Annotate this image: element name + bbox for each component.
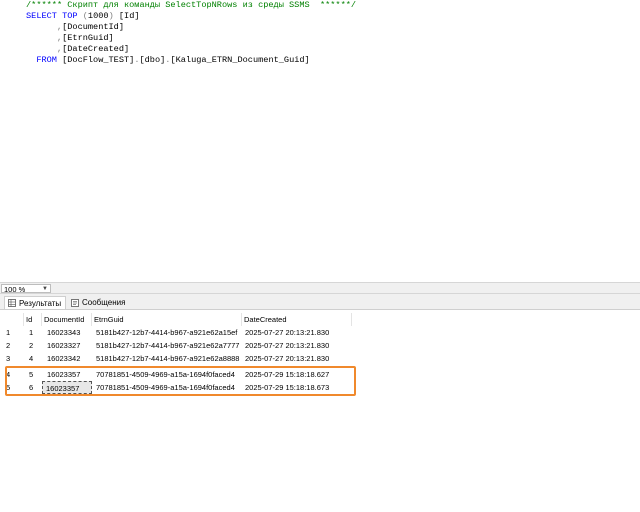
code-token: ,: [26, 22, 63, 32]
code-line[interactable]: ,[DateCreated]: [26, 44, 356, 55]
cell-documentid[interactable]: 16023342: [47, 352, 92, 365]
column-header-id[interactable]: Id: [24, 313, 42, 326]
code-token: [DocumentId]: [62, 22, 124, 32]
cell-etrnguid[interactable]: 5181b427-12b7-4414-b967-a921e62a7777: [96, 339, 242, 352]
editor-gutter: [0, 0, 12, 282]
code-token: [DateCreated]: [62, 44, 130, 54]
cell-id[interactable]: 2: [29, 339, 41, 352]
cell-datecreated[interactable]: 2025-07-27 20:13:21.830: [245, 352, 355, 365]
tab-messages[interactable]: Сообщения: [68, 296, 129, 309]
results-tabs: Результаты Сообщения: [0, 294, 640, 310]
code-token: [dbo]: [139, 55, 166, 65]
code-token: ,: [26, 44, 63, 54]
code-token: FROM: [26, 55, 63, 65]
column-header-documentid[interactable]: DocumentId: [42, 313, 92, 326]
code-token: SELECT: [26, 11, 63, 21]
code-token: [Kaluga_ETRN_Document_Guid]: [170, 55, 310, 65]
messages-icon: [71, 298, 79, 307]
cell-documentid[interactable]: 16023327: [47, 339, 92, 352]
table-row[interactable]: 1 1 16023343 5181b427-12b7-4414-b967-a92…: [0, 326, 640, 339]
cell-documentid[interactable]: 16023343: [47, 326, 92, 339]
tab-results-label: Результаты: [19, 298, 62, 308]
code-token: [DocFlow_TEST]: [62, 55, 135, 65]
row-number: 3: [6, 352, 20, 365]
code-line[interactable]: ,[EtrnGuid]: [26, 33, 356, 44]
code-token: [EtrnGuid]: [62, 33, 114, 43]
editor-scrollbar[interactable]: [630, 0, 640, 282]
cell-datecreated[interactable]: 2025-07-27 20:13:21.830: [245, 339, 355, 352]
row-number: 2: [6, 339, 20, 352]
column-header-datecreated[interactable]: DateCreated: [242, 313, 352, 326]
duplicate-rows-highlight: [5, 366, 356, 396]
cell-id[interactable]: 4: [29, 352, 41, 365]
row-number: 1: [6, 326, 20, 339]
zoom-select[interactable]: 100 % ▼: [1, 284, 51, 294]
cell-datecreated[interactable]: 2025-07-27 20:13:21.830: [245, 326, 355, 339]
code-token: 1000: [87, 11, 109, 21]
code-line[interactable]: SELECT TOP (1000) [Id]: [26, 11, 356, 22]
chevron-down-icon: ▼: [42, 286, 48, 292]
code-token: /****** Скрипт для команды SelectTopNRow…: [26, 0, 357, 10]
table-row[interactable]: 3 4 16023342 5181b427-12b7-4414-b967-a92…: [0, 352, 640, 365]
grid-icon: [8, 299, 16, 307]
column-header-etrnguid[interactable]: EtrnGuid: [92, 313, 242, 326]
cell-etrnguid[interactable]: 5181b427-12b7-4414-b967-a921e62a15ef: [96, 326, 242, 339]
tab-results[interactable]: Результаты: [4, 296, 67, 309]
code-line[interactable]: /****** Скрипт для команды SelectTopNRow…: [26, 0, 356, 11]
tab-messages-label: Сообщения: [82, 298, 126, 307]
code-token: TOP: [62, 11, 83, 21]
row-number-header: [0, 313, 24, 326]
code-token: ): [108, 11, 119, 21]
zoom-value: 100 %: [4, 285, 26, 294]
zoom-bar: 100 % ▼: [0, 282, 640, 294]
code-line[interactable]: ,[DocumentId]: [26, 22, 356, 33]
results-grid[interactable]: Id DocumentId EtrnGuid DateCreated 1 1 1…: [0, 310, 640, 512]
query-editor[interactable]: /****** Скрипт для команды SelectTopNRow…: [0, 0, 640, 282]
code-line[interactable]: FROM [DocFlow_TEST].[dbo].[Kaluga_ETRN_D…: [26, 55, 356, 66]
grid-header: Id DocumentId EtrnGuid DateCreated: [0, 313, 640, 326]
sql-code[interactable]: /****** Скрипт для команды SelectTopNRow…: [26, 0, 356, 66]
cell-id[interactable]: 1: [29, 326, 41, 339]
table-row[interactable]: 2 2 16023327 5181b427-12b7-4414-b967-a92…: [0, 339, 640, 352]
cell-etrnguid[interactable]: 5181b427-12b7-4414-b967-a921e62a8888: [96, 352, 242, 365]
code-token: [Id]: [118, 11, 140, 21]
code-token: ,: [26, 33, 63, 43]
